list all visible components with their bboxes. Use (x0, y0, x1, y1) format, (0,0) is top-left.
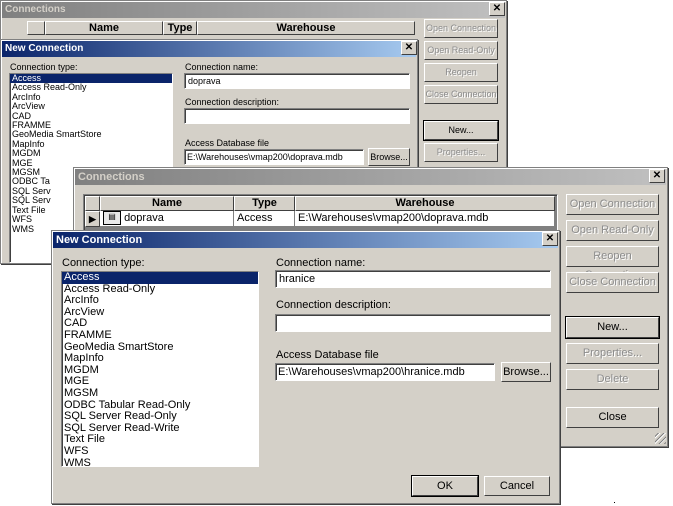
properties-button[interactable]: Properties... (566, 343, 659, 364)
connection-type-label: Connection type: (10, 62, 78, 72)
access-database-file-field[interactable]: E:\Warehouses\vmap200\hranice.mdb (275, 363, 495, 381)
connection-description-field[interactable] (275, 314, 551, 332)
list-item[interactable]: FRAMME (62, 329, 258, 342)
list-item[interactable]: MGDM (62, 364, 258, 377)
open-connection-button[interactable]: Open Connection (566, 194, 659, 215)
column-header-warehouse[interactable]: Warehouse (295, 196, 555, 211)
browse-button[interactable]: Browse... (368, 148, 410, 166)
row-name: doprava (124, 212, 164, 224)
delete-button[interactable]: Delete (566, 369, 659, 390)
row-warehouse: E:\Warehouses\vmap200\doprava.mdb (298, 212, 489, 224)
list-item[interactable]: MGSM (62, 387, 258, 400)
row-type-cell[interactable]: Access (234, 211, 295, 227)
access-database-file-value: E:\Warehouses\vmap200\doprava.mdb (187, 152, 343, 162)
browse-button[interactable]: Browse... (501, 362, 551, 382)
new-connection-dialog: New Connection ✕ Connection type: Access… (51, 230, 560, 504)
open-connection-button[interactable]: Open Connection (424, 19, 498, 38)
list-item[interactable]: Text File (62, 434, 258, 446)
connection-name-field[interactable]: hranice (275, 270, 551, 288)
list-item[interactable]: ArcView (10, 101, 172, 111)
back-new-connection-titlebar: New Connection (2, 41, 416, 57)
connection-description-label: Connection description: (185, 97, 280, 107)
list-item[interactable]: SQL Server Read-Only (62, 411, 258, 423)
ok-button[interactable]: OK (411, 475, 479, 497)
connection-name-value: doprava (188, 76, 221, 86)
column-header-name[interactable]: Name (100, 196, 234, 211)
connection-type-label: Connection type: (62, 257, 145, 269)
row-type: Access (237, 212, 273, 224)
access-database-file-label: Access Database file (276, 349, 379, 361)
connection-type-list[interactable]: Access Access Read-Only ArcInfo ArcView CAD F… (61, 271, 259, 467)
window-title: Connections (78, 171, 145, 183)
connection-name-label: Connection name: (185, 62, 259, 72)
close-icon[interactable]: ✕ (542, 232, 558, 246)
access-database-file-field[interactable]: E:\Warehouses\vmap200\doprava.mdb (184, 149, 364, 165)
database-icon: ▤ (103, 211, 121, 226)
resize-grip-icon[interactable] (655, 433, 666, 444)
new-button[interactable]: New... (565, 316, 660, 339)
reopen-connection-button[interactable]: Reopen Connection (566, 246, 659, 281)
column-header-name[interactable]: Name (45, 21, 163, 35)
column-header-type[interactable]: Type (163, 21, 197, 35)
dot-artifact (614, 502, 615, 503)
list-item[interactable]: Access (62, 272, 258, 284)
properties-button[interactable]: Properties... (424, 143, 498, 162)
window-title: Connections (5, 4, 66, 15)
connection-name-label: Connection name: (276, 257, 366, 269)
cancel-button[interactable]: Cancel (484, 476, 550, 496)
connection-name-field[interactable]: doprava (184, 73, 410, 89)
connection-name-value: hranice (279, 273, 316, 285)
close-connection-button[interactable]: Close Connection (424, 85, 498, 104)
connection-description-field[interactable] (184, 108, 410, 124)
close-icon[interactable]: ✕ (489, 2, 505, 16)
column-header-type[interactable]: Type (234, 196, 295, 211)
dialog-title: New Connection (56, 234, 143, 246)
list-item[interactable]: MGDM (10, 148, 172, 158)
back-connections-titlebar: Connections (2, 2, 505, 18)
column-header-warehouse[interactable]: Warehouse (197, 21, 415, 35)
row-selector[interactable]: ▶ (85, 211, 100, 227)
grid-corner (85, 196, 100, 211)
dialog-title: New Connection (5, 43, 84, 54)
new-connection-titlebar: New Connection (53, 232, 558, 248)
open-read-only-button[interactable]: Open Read-Only (424, 41, 498, 60)
grid-corner (27, 21, 45, 35)
list-item[interactable]: WMS (62, 457, 258, 466)
list-item[interactable]: MapInfo (62, 353, 258, 365)
new-button[interactable]: New... (423, 120, 499, 141)
close-connection-button[interactable]: Close Connection (566, 272, 659, 293)
reopen-connection-button[interactable]: Reopen Connection (424, 63, 498, 94)
close-icon[interactable]: ✕ (649, 169, 665, 183)
close-icon[interactable]: ✕ (401, 41, 417, 55)
connections-titlebar: Connections (75, 169, 666, 185)
access-database-file-label: Access Database file (185, 138, 270, 148)
close-button[interactable]: Close (566, 407, 659, 428)
list-item[interactable]: WFS (62, 445, 258, 458)
open-read-only-button[interactable]: Open Read-Only (566, 220, 659, 241)
access-database-file-value: E:\Warehouses\vmap200\hranice.mdb (278, 366, 465, 378)
row-warehouse-cell[interactable]: E:\Warehouses\vmap200\doprava.mdb (295, 211, 555, 227)
table-row[interactable]: ▤ doprava (100, 211, 234, 227)
list-item[interactable]: ArcView (62, 306, 258, 319)
connection-description-label: Connection description: (276, 299, 391, 311)
